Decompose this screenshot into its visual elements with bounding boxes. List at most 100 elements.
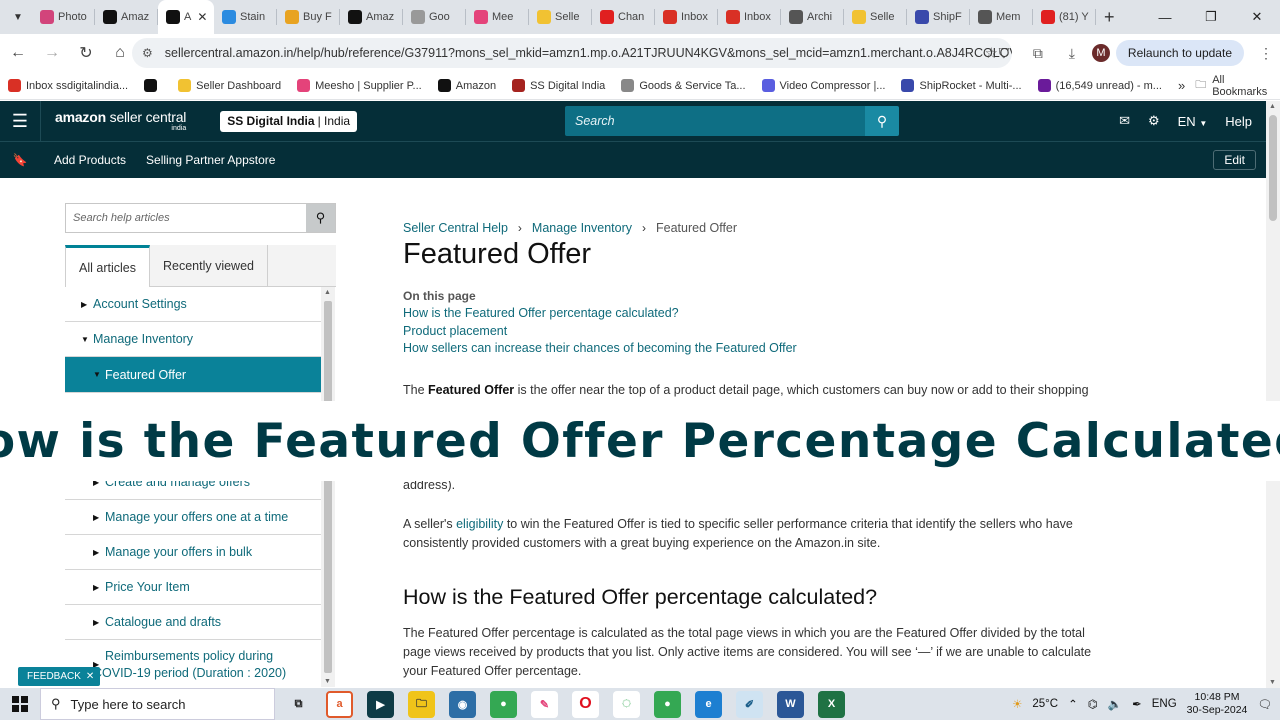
word-icon[interactable]: W	[777, 690, 804, 718]
breadcrumb-seller-central-help[interactable]: Seller Central Help	[403, 221, 508, 235]
tab-search-chevron-icon[interactable]: ▼	[4, 3, 32, 31]
kebab-menu-icon[interactable]: ⋮	[1252, 39, 1280, 67]
caret-right-icon[interactable]: ▶	[93, 513, 105, 522]
edge-icon[interactable]: e	[695, 690, 722, 718]
bookmark-icon[interactable]: 🔖	[0, 153, 40, 167]
edit-button[interactable]: Edit	[1213, 150, 1256, 170]
all-bookmarks-button[interactable]: 🗀 All Bookmarks	[1195, 74, 1268, 98]
feedback-button[interactable]: FEEDBACK ✕	[18, 667, 101, 686]
tab-recently-viewed[interactable]: Recently viewed	[150, 245, 268, 287]
tree-scroll-down-icon[interactable]: ▼	[324, 678, 331, 685]
browser-tab[interactable]: Stain	[214, 0, 277, 34]
chevron-up-icon[interactable]: ⌃	[1068, 697, 1078, 711]
site-info-icon[interactable]: ⚙	[142, 46, 153, 60]
scroll-up-icon[interactable]: ▲	[1269, 103, 1276, 110]
sidebar-tree-item[interactable]: ▼ Manage Inventory	[65, 322, 321, 357]
seller-search-input[interactable]: Search	[565, 106, 865, 136]
shield-extension-icon[interactable]: ⛉	[990, 39, 1018, 67]
task-view-icon[interactable]: ⧉	[285, 691, 312, 718]
store-switcher[interactable]: SS Digital India | India	[220, 110, 358, 132]
opera-icon[interactable]: O	[572, 690, 599, 718]
browser-tab[interactable]: Photo	[32, 0, 95, 34]
bookmark-item[interactable]: Seller Dashboard	[178, 79, 281, 92]
notepad-icon[interactable]: ✐	[736, 690, 763, 718]
caret-right-icon[interactable]: ▶	[93, 583, 105, 592]
sidebar-tree-item[interactable]: ▶ Catalogue and drafts	[65, 605, 321, 640]
address-bar[interactable]: ⚙ sellercentral.amazon.in/help/hub/refer…	[132, 38, 1012, 68]
caret-down-icon[interactable]: ▼	[81, 335, 93, 344]
browser-tab[interactable]: Mee	[466, 0, 529, 34]
bookmark-item[interactable]: Meesho | Supplier P...	[297, 79, 422, 92]
bookmark-item[interactable]	[144, 79, 162, 92]
close-icon[interactable]: ✕	[86, 671, 94, 682]
close-tab-icon[interactable]: ✕	[197, 10, 207, 24]
breadcrumb-manage-inventory[interactable]: Manage Inventory	[532, 221, 632, 235]
input-language[interactable]: ENG	[1152, 698, 1177, 710]
browser-tab[interactable]: Goo	[403, 0, 466, 34]
sidebar-tree-item[interactable]: ▶ Manage your offers in bulk	[65, 535, 321, 570]
chrome-icon[interactable]: ●	[490, 690, 517, 718]
scroll-down-icon[interactable]: ▼	[1269, 679, 1276, 686]
browser-tab[interactable]: Selle	[529, 0, 592, 34]
sidebar-tree-item[interactable]: ▶ Account Settings	[65, 287, 321, 322]
language-selector[interactable]: EN ▼	[1178, 114, 1208, 129]
browser-tab[interactable]: A ✕	[158, 0, 214, 34]
forward-icon[interactable]: →	[36, 37, 68, 69]
sidebar-tree-item[interactable]: ▶ Price Your Item	[65, 570, 321, 605]
tree-scroll-up-icon[interactable]: ▲	[324, 289, 331, 296]
clock[interactable]: 10:48 PM 30-Sep-2024	[1187, 691, 1248, 717]
pen-icon[interactable]: ✒	[1132, 697, 1142, 711]
network-icon[interactable]: ⌬	[1088, 697, 1098, 711]
seller-central-logo[interactable]: amazon seller central india	[40, 101, 186, 141]
browser-tab[interactable]: Amaz	[340, 0, 403, 34]
browser-tab[interactable]: Amaz	[95, 0, 158, 34]
extensions-icon[interactable]: ⧉	[1024, 39, 1052, 67]
relaunch-button[interactable]: Relaunch to update	[1115, 40, 1244, 66]
browser-tab[interactable]: (81) Y	[1033, 0, 1096, 34]
tab-all-articles[interactable]: All articles	[65, 245, 150, 288]
capcut-icon[interactable]: ▶	[367, 690, 394, 718]
notification-icon[interactable]: 🗨	[1257, 697, 1272, 711]
more-bookmarks-icon[interactable]: »	[1178, 78, 1185, 93]
help-search-icon[interactable]: ⚲	[306, 204, 335, 232]
help-search-input[interactable]: Search help articles	[66, 204, 306, 232]
weather-icon[interactable]: ☀	[1012, 697, 1022, 711]
sidebar-tree-item[interactable]: ▶ Manage your offers one at a time	[65, 500, 321, 535]
page-scrollbar[interactable]: ▲ ▼	[1266, 101, 1280, 688]
search-icon[interactable]: ⚲	[865, 106, 899, 136]
bookmark-item[interactable]: Amazon	[437, 79, 496, 92]
caret-down-icon[interactable]: ▼	[93, 370, 105, 379]
toc-link-increase-chances[interactable]: How sellers can increase their chances o…	[403, 341, 797, 355]
tree-scrollbar-thumb[interactable]	[324, 301, 332, 673]
caret-right-icon[interactable]: ▶	[81, 300, 93, 309]
paint-icon[interactable]: ✎	[531, 690, 558, 718]
restore-icon[interactable]: ❐	[1188, 0, 1234, 34]
taskbar-search[interactable]: ⚲ Type here to search	[40, 688, 275, 720]
sidebar-tree-item[interactable]: ▶ Reimbursements policy during COVID-19 pe…	[65, 640, 321, 690]
minimize-icon[interactable]: —	[1142, 0, 1188, 34]
profile-avatar[interactable]: M	[1091, 44, 1110, 62]
sync-app-icon[interactable]: ◌	[613, 690, 640, 718]
page-scrollbar-thumb[interactable]	[1269, 115, 1277, 221]
toc-link-placement[interactable]: Product placement	[403, 324, 507, 338]
excel-icon[interactable]: X	[818, 690, 845, 718]
browser-tab[interactable]: Inbox	[718, 0, 781, 34]
help-link[interactable]: Help	[1225, 114, 1252, 129]
browser-tab[interactable]: Selle	[844, 0, 907, 34]
app-icon[interactable]: a	[326, 690, 353, 718]
new-tab-button[interactable]: +	[1104, 7, 1115, 28]
appstore-link[interactable]: Selling Partner Appstore	[146, 153, 275, 167]
browser-tab[interactable]: ShipF	[907, 0, 970, 34]
bookmark-item[interactable]: Inbox ssdigitalindia...	[8, 79, 128, 92]
close-window-icon[interactable]: ✕	[1234, 0, 1280, 34]
volume-icon[interactable]: 🔈	[1108, 697, 1122, 711]
caret-right-icon[interactable]: ▶	[93, 618, 105, 627]
browser-tab[interactable]: Buy F	[277, 0, 340, 34]
bookmark-item[interactable]: Goods & Service Ta...	[621, 79, 746, 92]
sidebar-tree-item[interactable]: ▼ Featured Offer	[65, 357, 321, 393]
hamburger-menu-icon[interactable]: ☰	[0, 111, 40, 132]
bookmark-item[interactable]: SS Digital India	[512, 79, 605, 92]
eligibility-link[interactable]: eligibility	[456, 517, 503, 531]
mail-icon[interactable]: ✉	[1119, 113, 1130, 129]
reload-icon[interactable]: ↻	[70, 37, 102, 69]
